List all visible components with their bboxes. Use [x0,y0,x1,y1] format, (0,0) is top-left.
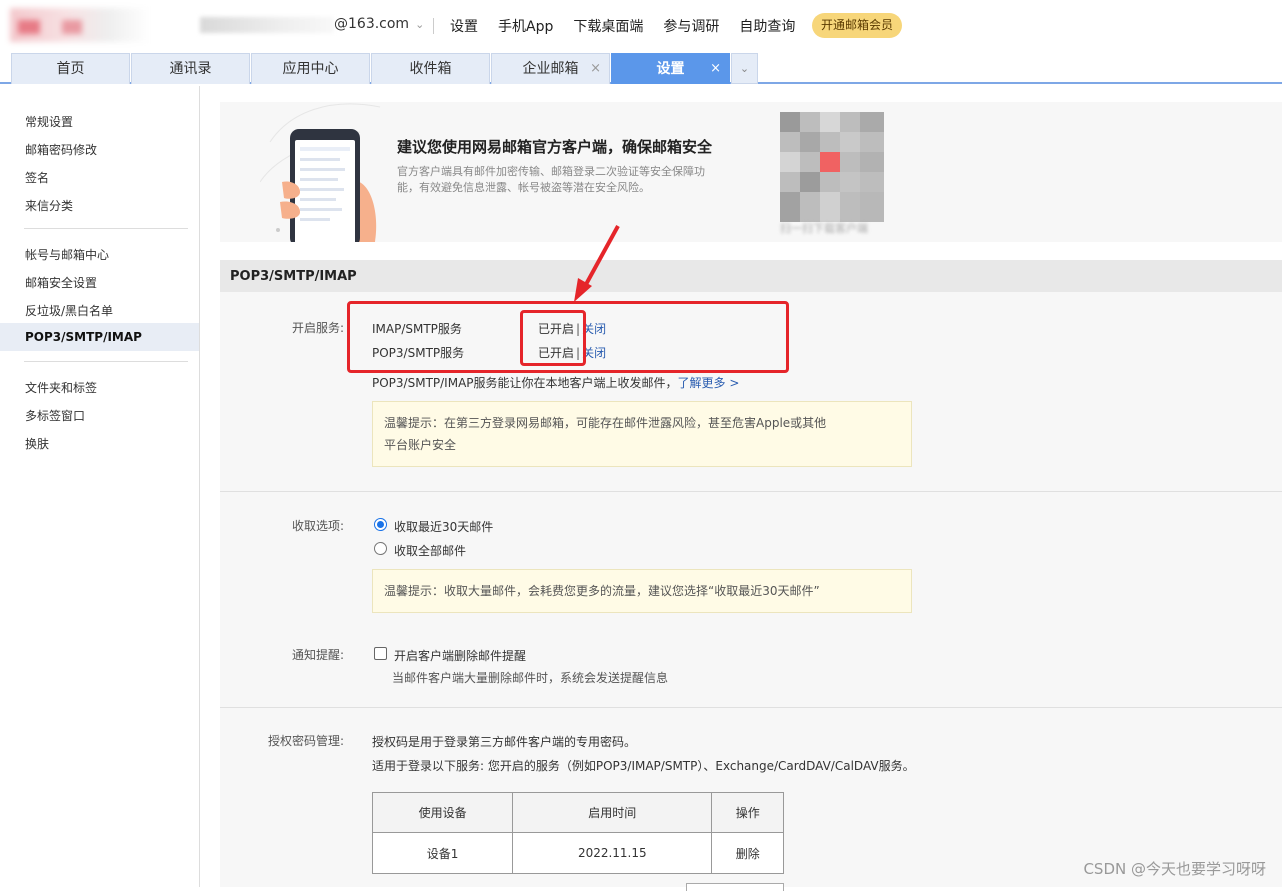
pop3-settings-panel: 开启服务: IMAP/SMTP服务 已开启 | 关闭 POP3/SMTP服务 已开启… [220,292,1282,891]
chevron-down-icon: ⌄ [415,18,425,31]
tab-app-center[interactable]: 应用中心 [251,53,370,84]
services-label: 开启服务: [291,321,344,335]
column-header: 启用时间 [512,792,713,833]
services-description: POP3/SMTP/IMAP服务能让你在本地客户端上收发邮件，了解更多 > [372,374,739,391]
close-icon[interactable]: × [590,54,601,84]
tab-enterprise-mail[interactable]: 企业邮箱 × [491,53,610,84]
sidebar-item-spam[interactable]: 反垃圾/黑白名单 [25,302,113,319]
promo-title: 建议您使用网易邮箱官方客户端，确保邮箱安全 [397,138,713,156]
sidebar-divider [24,361,188,362]
tab-more-chevron-icon[interactable]: ⌄ [731,53,758,84]
auth-code-desc1: 授权码是用于登录第三方邮件客户端的专用密码。 [372,735,637,749]
sidebar-item-security[interactable]: 邮箱安全设置 [25,274,97,291]
sidebar-item-password[interactable]: 邮箱密码修改 [25,141,97,158]
fetch-all-label[interactable]: 收取全部邮件 [394,542,466,559]
enable-time-cell: 2022.11.15 [512,832,713,874]
services-desc-text: POP3/SMTP/IMAP服务能让你在本地客户端上收发邮件， [372,376,678,390]
delete-reminder-desc: 当邮件客户端大量删除邮件时，系统会发送提醒信息 [392,671,669,685]
top-link-self-service[interactable]: 自助查询 [739,16,795,36]
divider [433,18,434,34]
sidebar-item-account-center[interactable]: 帐号与邮箱中心 [25,246,109,263]
delete-reminder-checkbox[interactable] [374,647,387,660]
sidebar-item-general[interactable]: 常规设置 [25,113,73,130]
tab-label: 企业邮箱 [522,61,579,77]
account-name-blurred [200,17,334,33]
sidebar-item-folders-tags[interactable]: 文件夹和标签 [25,379,97,396]
delete-device-link[interactable]: 删除 [711,832,784,874]
device-name-cell: 设备1 [371,832,514,874]
device-table: 使用设备 启用时间 操作 设备1 2022.11.15 删除 [371,792,784,874]
section-title: POP3/SMTP/IMAP [220,260,1282,292]
top-link-survey[interactable]: 参与调研 [663,16,719,36]
settings-sidebar: 常规设置 邮箱密码修改 签名 来信分类 帐号与邮箱中心 邮箱安全设置 反垃圾/黑… [0,86,200,887]
fetch-all-radio[interactable] [374,542,387,555]
table-row: 设备1 2022.11.15 删除 [371,832,784,874]
settings-main: 建议您使用网易邮箱官方客户端，确保邮箱安全 官方客户端具有邮件加密传输、邮箱登录… [220,100,1282,891]
learn-more-link[interactable]: 了解更多 > [678,376,740,390]
table-header-row: 使用设备 启用时间 操作 [371,792,784,833]
top-link-settings[interactable]: 设置 [450,16,478,36]
account-suffix: @163.com [334,16,410,32]
section-divider [220,491,1282,492]
column-header: 操作 [711,792,784,833]
sidebar-item-pop3-smtp-imap[interactable]: POP3/SMTP/IMAP [0,323,199,351]
sidebar-item-skin[interactable]: 换肤 [25,435,49,452]
tab-settings[interactable]: 设置 × [611,53,730,84]
tab-inbox[interactable]: 收件箱 [371,53,490,84]
phone-in-hand-illustration [260,103,381,242]
qr-caption: 扫一扫下载客户端 [780,222,868,235]
column-header: 使用设备 [371,792,514,833]
top-links: 设置 手机App 下载桌面端 参与调研 自助查询 [450,16,815,36]
annotation-status-box [520,310,586,366]
fetch-options-label: 收取选项: [291,519,344,533]
add-auth-code-button-partial[interactable] [686,883,784,891]
sidebar-item-multi-tab[interactable]: 多标签窗口 [25,407,85,424]
sidebar-item-signature[interactable]: 签名 [25,169,49,186]
fetch-30-days-radio[interactable] [374,518,387,531]
qr-code-blurred [780,112,884,222]
tab-label: 收件箱 [409,61,452,77]
account-switcher[interactable]: @163.com ⌄ [334,16,424,32]
tab-contacts[interactable]: 通讯录 [131,53,250,84]
tab-home[interactable]: 首页 [11,53,130,84]
section-divider [220,707,1282,708]
tab-label: 设置 [656,61,685,77]
top-link-desktop-download[interactable]: 下载桌面端 [573,16,643,36]
annotation-arrow-icon [574,225,620,302]
tab-label: 应用中心 [282,61,339,77]
risk-tip-box: 温馨提示：在第三方登录网易邮箱，可能存在邮件泄露风险，甚至危害Apple或其他 … [372,401,912,467]
promo-description: 官方客户端具有邮件加密传输、邮箱登录二次验证等安全保障功能，有效避免信息泄露、帐… [397,165,705,194]
auth-code-label: 授权密码管理: [267,734,344,748]
tab-bar: 首页 通讯录 应用中心 收件箱 企业邮箱 × 设置 × ⌄ [0,52,1282,84]
tab-label: 通讯录 [169,61,212,77]
close-icon[interactable]: × [710,54,721,84]
top-bar: @163.com ⌄ 设置 手机App 下载桌面端 参与调研 自助查询 开通邮箱会… [0,0,1282,52]
sidebar-divider [24,228,188,229]
risk-tip-line2: 平台账户安全 [384,438,457,452]
vip-button[interactable]: 开通邮箱会员 [812,13,903,38]
sidebar-item-mail-filter[interactable]: 来信分类 [25,197,73,214]
logo-blurred [10,8,150,42]
risk-tip-line1: 温馨提示：在第三方登录网易邮箱，可能存在邮件泄露风险，甚至危害Apple或其他 [384,416,827,430]
top-link-mobile-app[interactable]: 手机App [498,16,553,36]
auth-code-desc2: 适用于登录以下服务: 您开启的服务（例如POP3/IMAP/SMTP）、Exch… [372,759,915,773]
watermark: CSDN @今天也要学习呀呀 [1083,860,1266,878]
delete-reminder-label[interactable]: 开启客户端删除邮件提醒 [394,647,526,664]
fetch-30-days-label[interactable]: 收取最近30天邮件 [394,518,493,535]
notify-label: 通知提醒: [291,648,344,662]
traffic-tip-box: 温馨提示：收取大量邮件，会耗费您更多的流量，建议您选择“收取最近30天邮件” [372,569,912,613]
tab-label: 首页 [56,61,85,77]
client-promo-banner: 建议您使用网易邮箱官方客户端，确保邮箱安全 官方客户端具有邮件加密传输、邮箱登录… [220,102,1282,242]
